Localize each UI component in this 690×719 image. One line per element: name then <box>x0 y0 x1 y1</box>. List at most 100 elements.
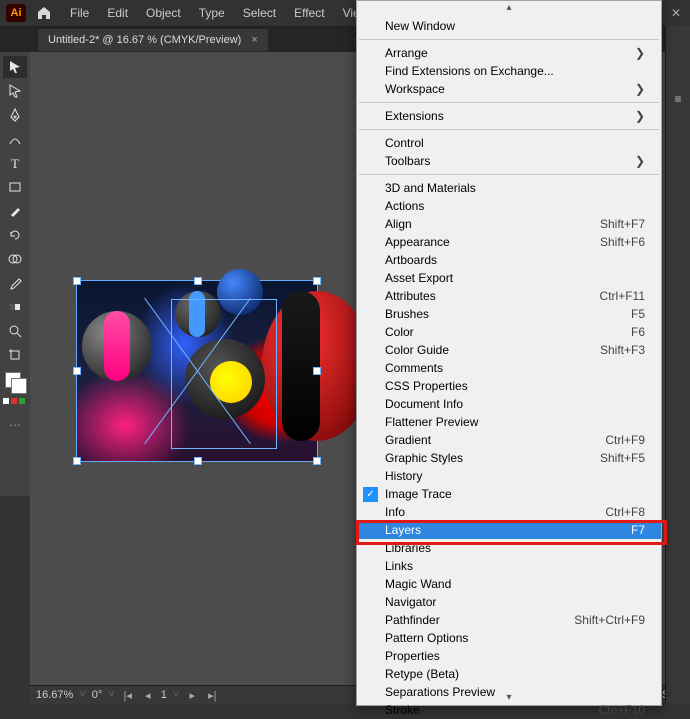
dropdown-icon[interactable]: ˅ <box>173 689 179 701</box>
menu-item-find-extensions-on-exchange-[interactable]: Find Extensions on Exchange... <box>357 62 661 80</box>
menu-item-history[interactable]: History <box>357 467 661 485</box>
menu-item-label: Properties <box>385 649 440 663</box>
scroll-up-icon[interactable]: ▴ <box>506 2 511 13</box>
menu-item-toolbars[interactable]: Toolbars❯ <box>357 152 661 170</box>
dropdown-icon[interactable]: ˅ <box>108 689 114 701</box>
menu-effect[interactable]: Effect <box>286 2 332 24</box>
menu-item-label: Pathfinder <box>385 613 440 627</box>
menu-item-pathfinder[interactable]: PathfinderShift+Ctrl+F9 <box>357 611 661 629</box>
menu-item-label: CSS Properties <box>385 379 468 393</box>
direct-selection-tool-icon[interactable] <box>3 80 27 102</box>
menu-item-gradient[interactable]: GradientCtrl+F9 <box>357 431 661 449</box>
menu-item-graphic-styles[interactable]: Graphic StylesShift+F5 <box>357 449 661 467</box>
selection-tool-icon[interactable] <box>3 56 27 78</box>
menu-item-arrange[interactable]: Arrange❯ <box>357 44 661 62</box>
scroll-down-icon[interactable]: ▾ <box>506 692 511 703</box>
last-artboard-icon[interactable]: ▸| <box>205 688 219 702</box>
menu-item-label: Find Extensions on Exchange... <box>385 64 554 78</box>
pen-tool-icon[interactable] <box>3 104 27 126</box>
menu-item-workspace[interactable]: Workspace❯ <box>357 80 661 98</box>
edit-toolbar-icon[interactable]: ⋯ <box>9 418 21 432</box>
menu-item-attributes[interactable]: AttributesCtrl+F11 <box>357 287 661 305</box>
close-tab-icon[interactable]: × <box>251 34 257 46</box>
prev-artboard-icon[interactable]: ◂ <box>141 688 155 702</box>
menu-item-label: Image Trace <box>385 487 452 501</box>
app-badge: Ai <box>6 4 26 22</box>
inner-selection-box <box>171 299 277 449</box>
menu-item-label: Arrange <box>385 46 428 60</box>
menu-item-label: Toolbars <box>385 154 430 168</box>
home-icon[interactable] <box>32 1 56 25</box>
window-menu-dropdown: ▴ New WindowArrange❯Find Extensions on E… <box>356 0 662 706</box>
menu-item-new-window[interactable]: New Window <box>357 17 661 35</box>
type-tool-icon[interactable]: T <box>3 152 27 174</box>
menu-separator <box>359 174 659 175</box>
menu-item-color-guide[interactable]: Color GuideShift+F3 <box>357 341 661 359</box>
zoom-level[interactable]: 16.67% <box>36 689 73 701</box>
menu-item-pattern-options[interactable]: Pattern Options <box>357 629 661 647</box>
paintbrush-tool-icon[interactable] <box>3 200 27 222</box>
menu-item-label: Graphic Styles <box>385 451 463 465</box>
menu-item-libraries[interactable]: Libraries <box>357 539 661 557</box>
gradient-tool-icon[interactable] <box>3 296 27 318</box>
menu-item-actions[interactable]: Actions <box>357 197 661 215</box>
menu-item-artboards[interactable]: Artboards <box>357 251 661 269</box>
menu-item-magic-wand[interactable]: Magic Wand <box>357 575 661 593</box>
menu-item-brushes[interactable]: BrushesF5 <box>357 305 661 323</box>
menu-item-layers[interactable]: LayersF7 <box>357 521 661 539</box>
menu-item-3d-and-materials[interactable]: 3D and Materials <box>357 179 661 197</box>
document-tab-title: Untitled-2* @ 16.67 % (CMYK/Preview) <box>48 34 241 46</box>
menu-item-label: Align <box>385 217 412 231</box>
rotate-value[interactable]: 0° <box>92 689 103 701</box>
close-icon[interactable]: ✕ <box>668 5 684 21</box>
menu-item-properties[interactable]: Properties <box>357 647 661 665</box>
menu-item-label: Libraries <box>385 541 431 555</box>
menu-item-links[interactable]: Links <box>357 557 661 575</box>
placed-image[interactable] <box>76 280 318 462</box>
artboard-tool-icon[interactable] <box>3 344 27 366</box>
rectangle-tool-icon[interactable] <box>3 176 27 198</box>
menu-item-label: New Window <box>385 19 455 33</box>
menu-item-flattener-preview[interactable]: Flattener Preview <box>357 413 661 431</box>
menu-select[interactable]: Select <box>235 2 284 24</box>
menu-item-css-properties[interactable]: CSS Properties <box>357 377 661 395</box>
menu-item-label: 3D and Materials <box>385 181 476 195</box>
fill-stroke-swatch[interactable] <box>3 370 27 394</box>
document-tab[interactable]: Untitled-2* @ 16.67 % (CMYK/Preview) × <box>38 29 268 51</box>
draw-mode-icons[interactable] <box>3 398 27 408</box>
rotate-tool-icon[interactable] <box>3 224 27 246</box>
shape-builder-tool-icon[interactable] <box>3 248 27 270</box>
menu-object[interactable]: Object <box>138 2 189 24</box>
menu-item-extensions[interactable]: Extensions❯ <box>357 107 661 125</box>
dropdown-icon[interactable]: ˅ <box>79 689 85 701</box>
menu-item-label: Info <box>385 505 405 519</box>
menu-item-image-trace[interactable]: ✓ Image Trace <box>357 485 661 503</box>
artboard-number[interactable]: 1 <box>161 689 167 701</box>
menu-file[interactable]: File <box>62 2 97 24</box>
menu-item-document-info[interactable]: Document Info <box>357 395 661 413</box>
menu-item-align[interactable]: AlignShift+F7 <box>357 215 661 233</box>
menu-item-shortcut: F5 <box>631 307 645 321</box>
first-artboard-icon[interactable]: |◂ <box>121 688 135 702</box>
menu-item-shortcut: Ctrl+F11 <box>600 289 645 303</box>
eyedropper-tool-icon[interactable] <box>3 272 27 294</box>
check-icon: ✓ <box>363 487 378 502</box>
menu-item-label: Pattern Options <box>385 631 468 645</box>
menu-item-color[interactable]: ColorF6 <box>357 323 661 341</box>
menu-item-label: Control <box>385 136 424 150</box>
menu-item-navigator[interactable]: Navigator <box>357 593 661 611</box>
menu-item-asset-export[interactable]: Asset Export <box>357 269 661 287</box>
menu-item-comments[interactable]: Comments <box>357 359 661 377</box>
menu-item-appearance[interactable]: AppearanceShift+F6 <box>357 233 661 251</box>
menu-edit[interactable]: Edit <box>99 2 136 24</box>
next-artboard-icon[interactable]: ▸ <box>185 688 199 702</box>
curvature-tool-icon[interactable] <box>3 128 27 150</box>
menu-item-control[interactable]: Control <box>357 134 661 152</box>
submenu-arrow-icon: ❯ <box>635 109 645 123</box>
menu-item-info[interactable]: InfoCtrl+F8 <box>357 503 661 521</box>
panel-menu-icon[interactable]: ≡ <box>666 86 690 112</box>
menu-item-retype-beta-[interactable]: Retype (Beta) <box>357 665 661 683</box>
submenu-arrow-icon: ❯ <box>635 82 645 96</box>
menu-type[interactable]: Type <box>191 2 233 24</box>
zoom-tool-icon[interactable] <box>3 320 27 342</box>
